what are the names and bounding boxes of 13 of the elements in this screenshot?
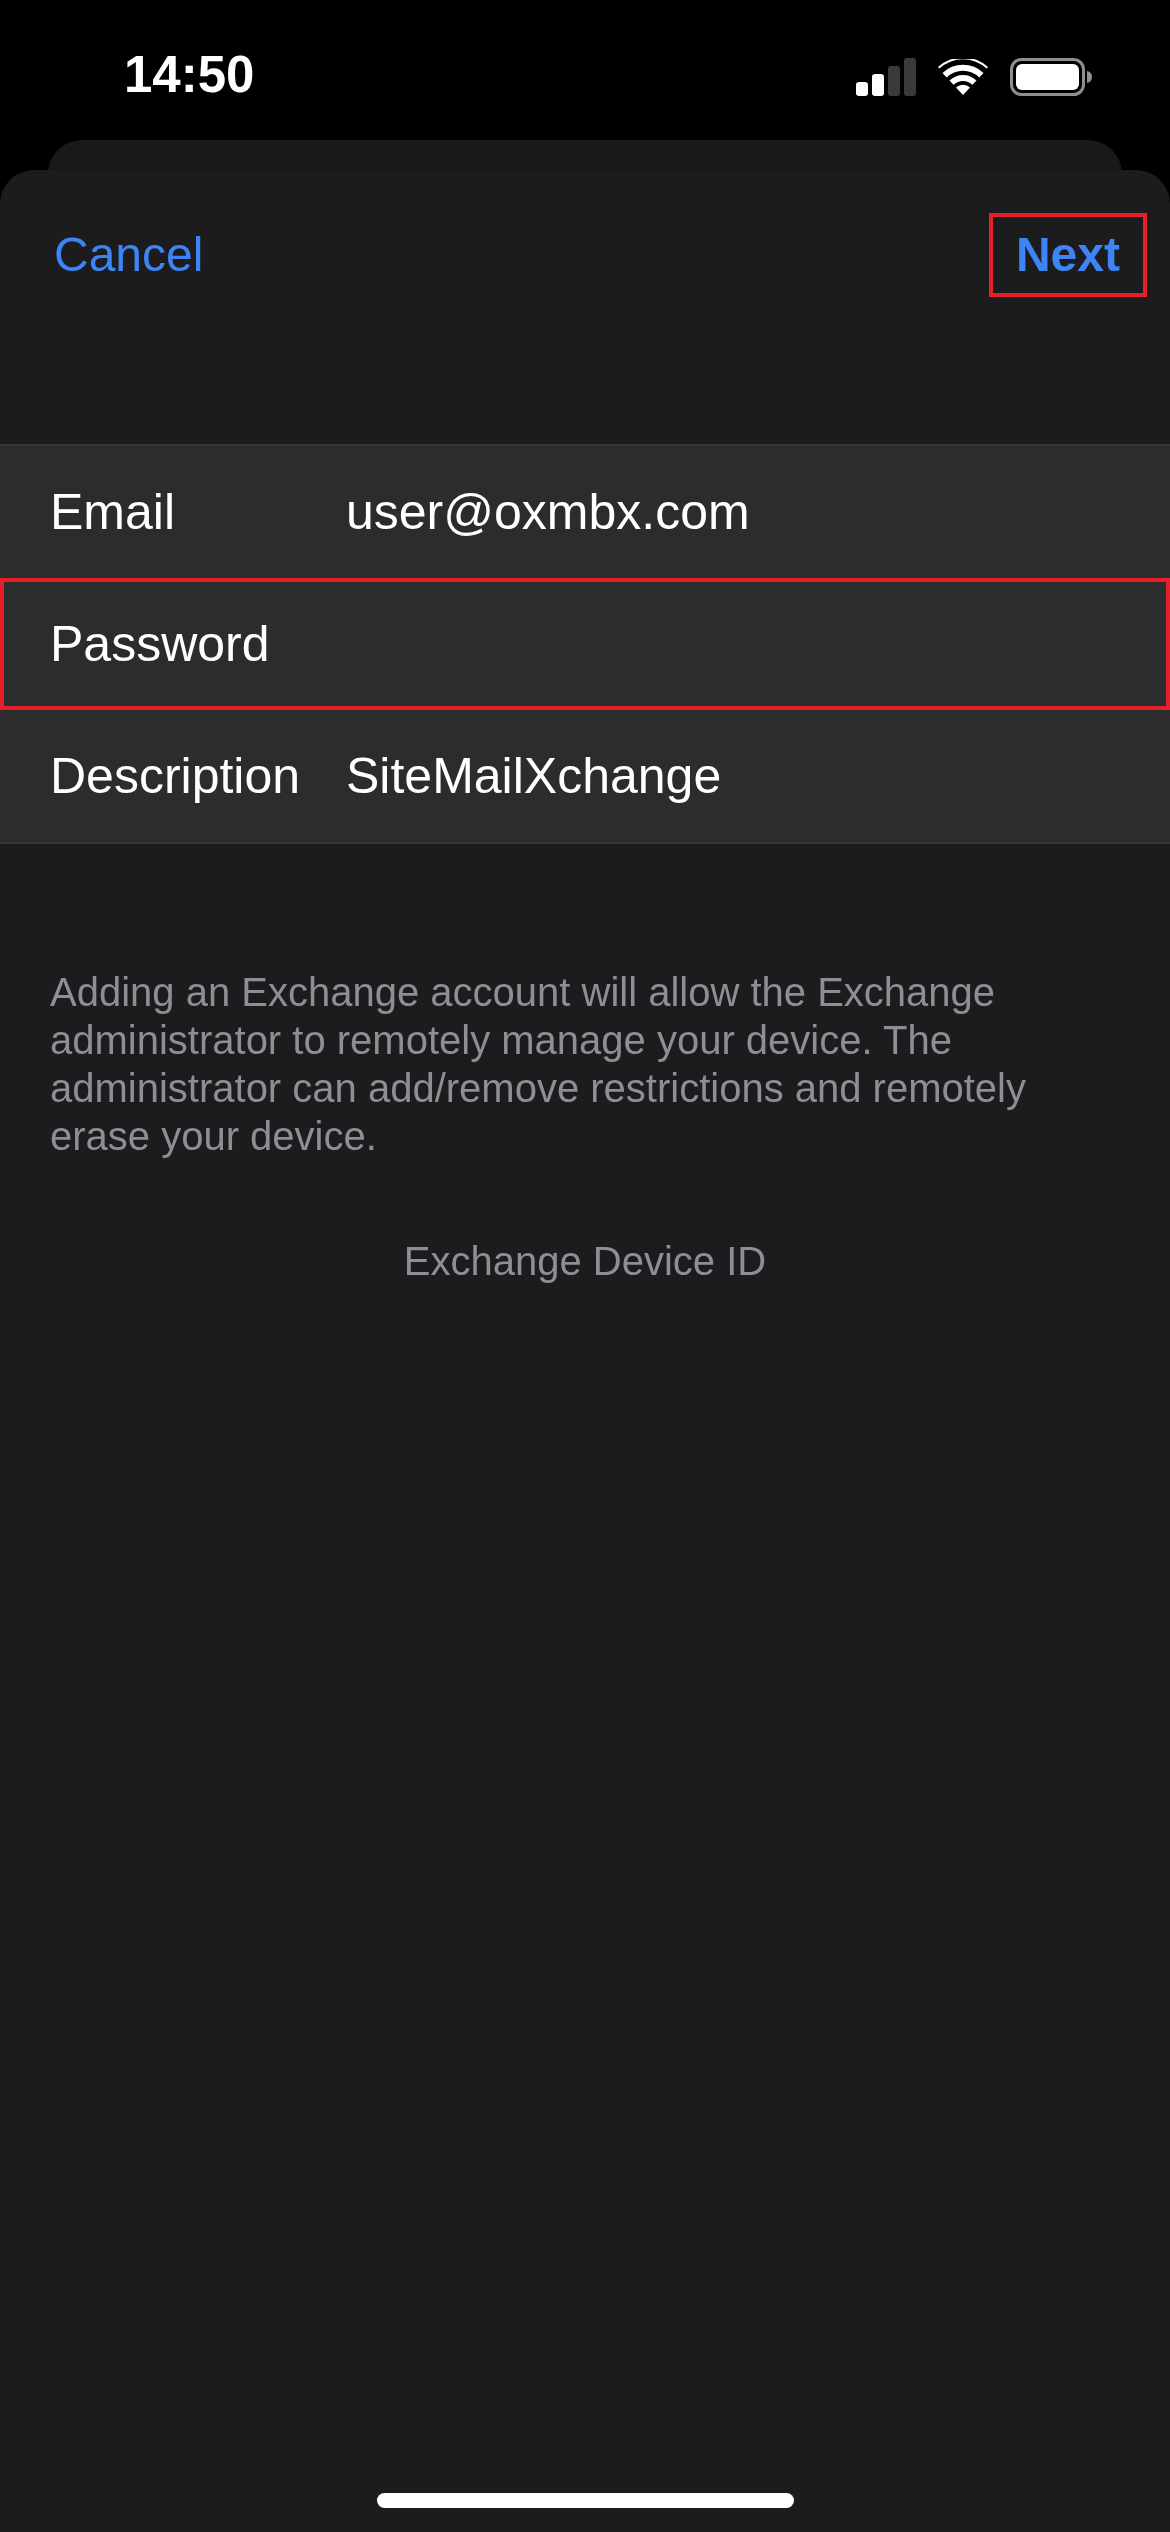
signal-icon [856, 58, 916, 96]
text-field[interactable]: SiteMailXchange [346, 736, 1120, 816]
device-id-label: Exchange Device ID [403, 1238, 767, 1285]
exchange-notice: Adding an Exchange account will allow the Exchange administrator to remotely manage your device. The administrator can add/remove restrictions and remotely erase your device. [50, 969, 1027, 1160]
wifi-icon [938, 59, 988, 95]
next-button[interactable]: Next [988, 213, 1147, 297]
text-field[interactable]: user@oxmbx.com [346, 472, 1120, 552]
cancel-button[interactable]: Cancel [27, 213, 231, 297]
field-label: Email [50, 483, 177, 542]
field-label: Password [50, 615, 271, 674]
field-label: Description [50, 747, 302, 806]
battery-icon [1010, 58, 1092, 96]
status-time: 14:50 [124, 47, 255, 103]
